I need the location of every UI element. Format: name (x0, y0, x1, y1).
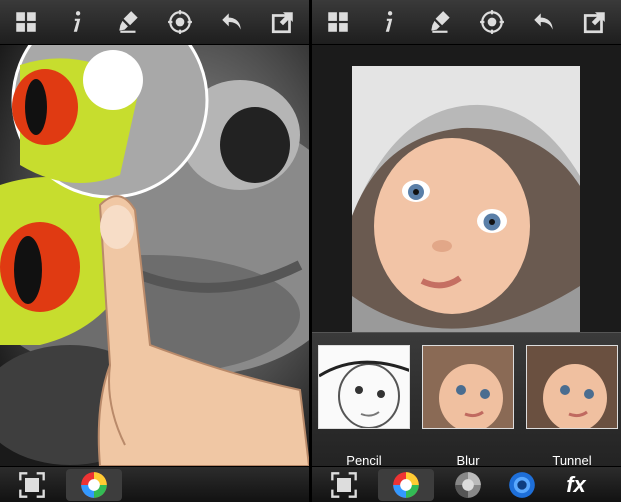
grid-icon (328, 12, 348, 32)
baby-illustration (352, 66, 580, 332)
target-button[interactable] (475, 5, 509, 39)
brush-icon (119, 11, 138, 33)
right-screen: Pencil Blur Tunnel fx (312, 0, 621, 502)
info-button[interactable] (60, 5, 94, 39)
blue-wheel-button[interactable] (502, 469, 542, 501)
gray-wheel-icon (455, 471, 481, 498)
info-icon (74, 11, 81, 32)
share-icon (584, 12, 605, 34)
fit-screen-button[interactable] (12, 469, 52, 501)
fit-screen-icon (19, 471, 45, 498)
gray-wheel-button[interactable] (448, 469, 488, 501)
brush-icon (431, 11, 450, 33)
fx-button[interactable]: fx (556, 469, 596, 501)
target-icon (480, 10, 505, 34)
top-toolbar (312, 0, 621, 45)
frog-illustration (0, 45, 309, 466)
filter-strip: Pencil Blur Tunnel (312, 332, 621, 468)
frog-photo-canvas[interactable] (0, 45, 309, 466)
filter-pencil[interactable]: Pencil (318, 345, 410, 468)
fit-screen-button[interactable] (324, 469, 364, 501)
target-button[interactable] (163, 5, 197, 39)
grid-button[interactable] (9, 5, 43, 39)
fit-screen-icon (331, 471, 357, 498)
bottom-toolbar (0, 466, 309, 502)
filter-blur[interactable]: Blur (422, 345, 514, 468)
fx-label: fx (566, 471, 586, 497)
baby-photo[interactable] (352, 66, 580, 332)
share-button[interactable] (578, 5, 612, 39)
brush-button[interactable] (424, 5, 458, 39)
grid-icon (16, 12, 36, 32)
target-icon (168, 10, 193, 34)
grid-button[interactable] (321, 5, 355, 39)
filter-thumbnail (526, 345, 618, 429)
brush-button[interactable] (112, 5, 146, 39)
share-button[interactable] (266, 5, 300, 39)
color-wheel-icon (393, 471, 419, 498)
filter-thumbnail (422, 345, 514, 429)
info-icon (386, 11, 393, 32)
share-icon (272, 12, 293, 34)
undo-button[interactable] (215, 5, 249, 39)
filter-tunnel[interactable]: Tunnel (526, 345, 618, 468)
color-wheel-icon (81, 471, 107, 498)
undo-icon (222, 13, 241, 30)
top-toolbar (0, 0, 309, 45)
bottom-toolbar: fx (312, 466, 621, 502)
color-wheel-button[interactable] (378, 468, 434, 501)
filter-thumbnail (318, 345, 410, 429)
left-screen (0, 0, 309, 502)
undo-button[interactable] (527, 5, 561, 39)
blue-wheel-icon (509, 471, 535, 498)
undo-icon (534, 13, 553, 30)
info-button[interactable] (372, 5, 406, 39)
color-wheel-button[interactable] (66, 468, 122, 501)
